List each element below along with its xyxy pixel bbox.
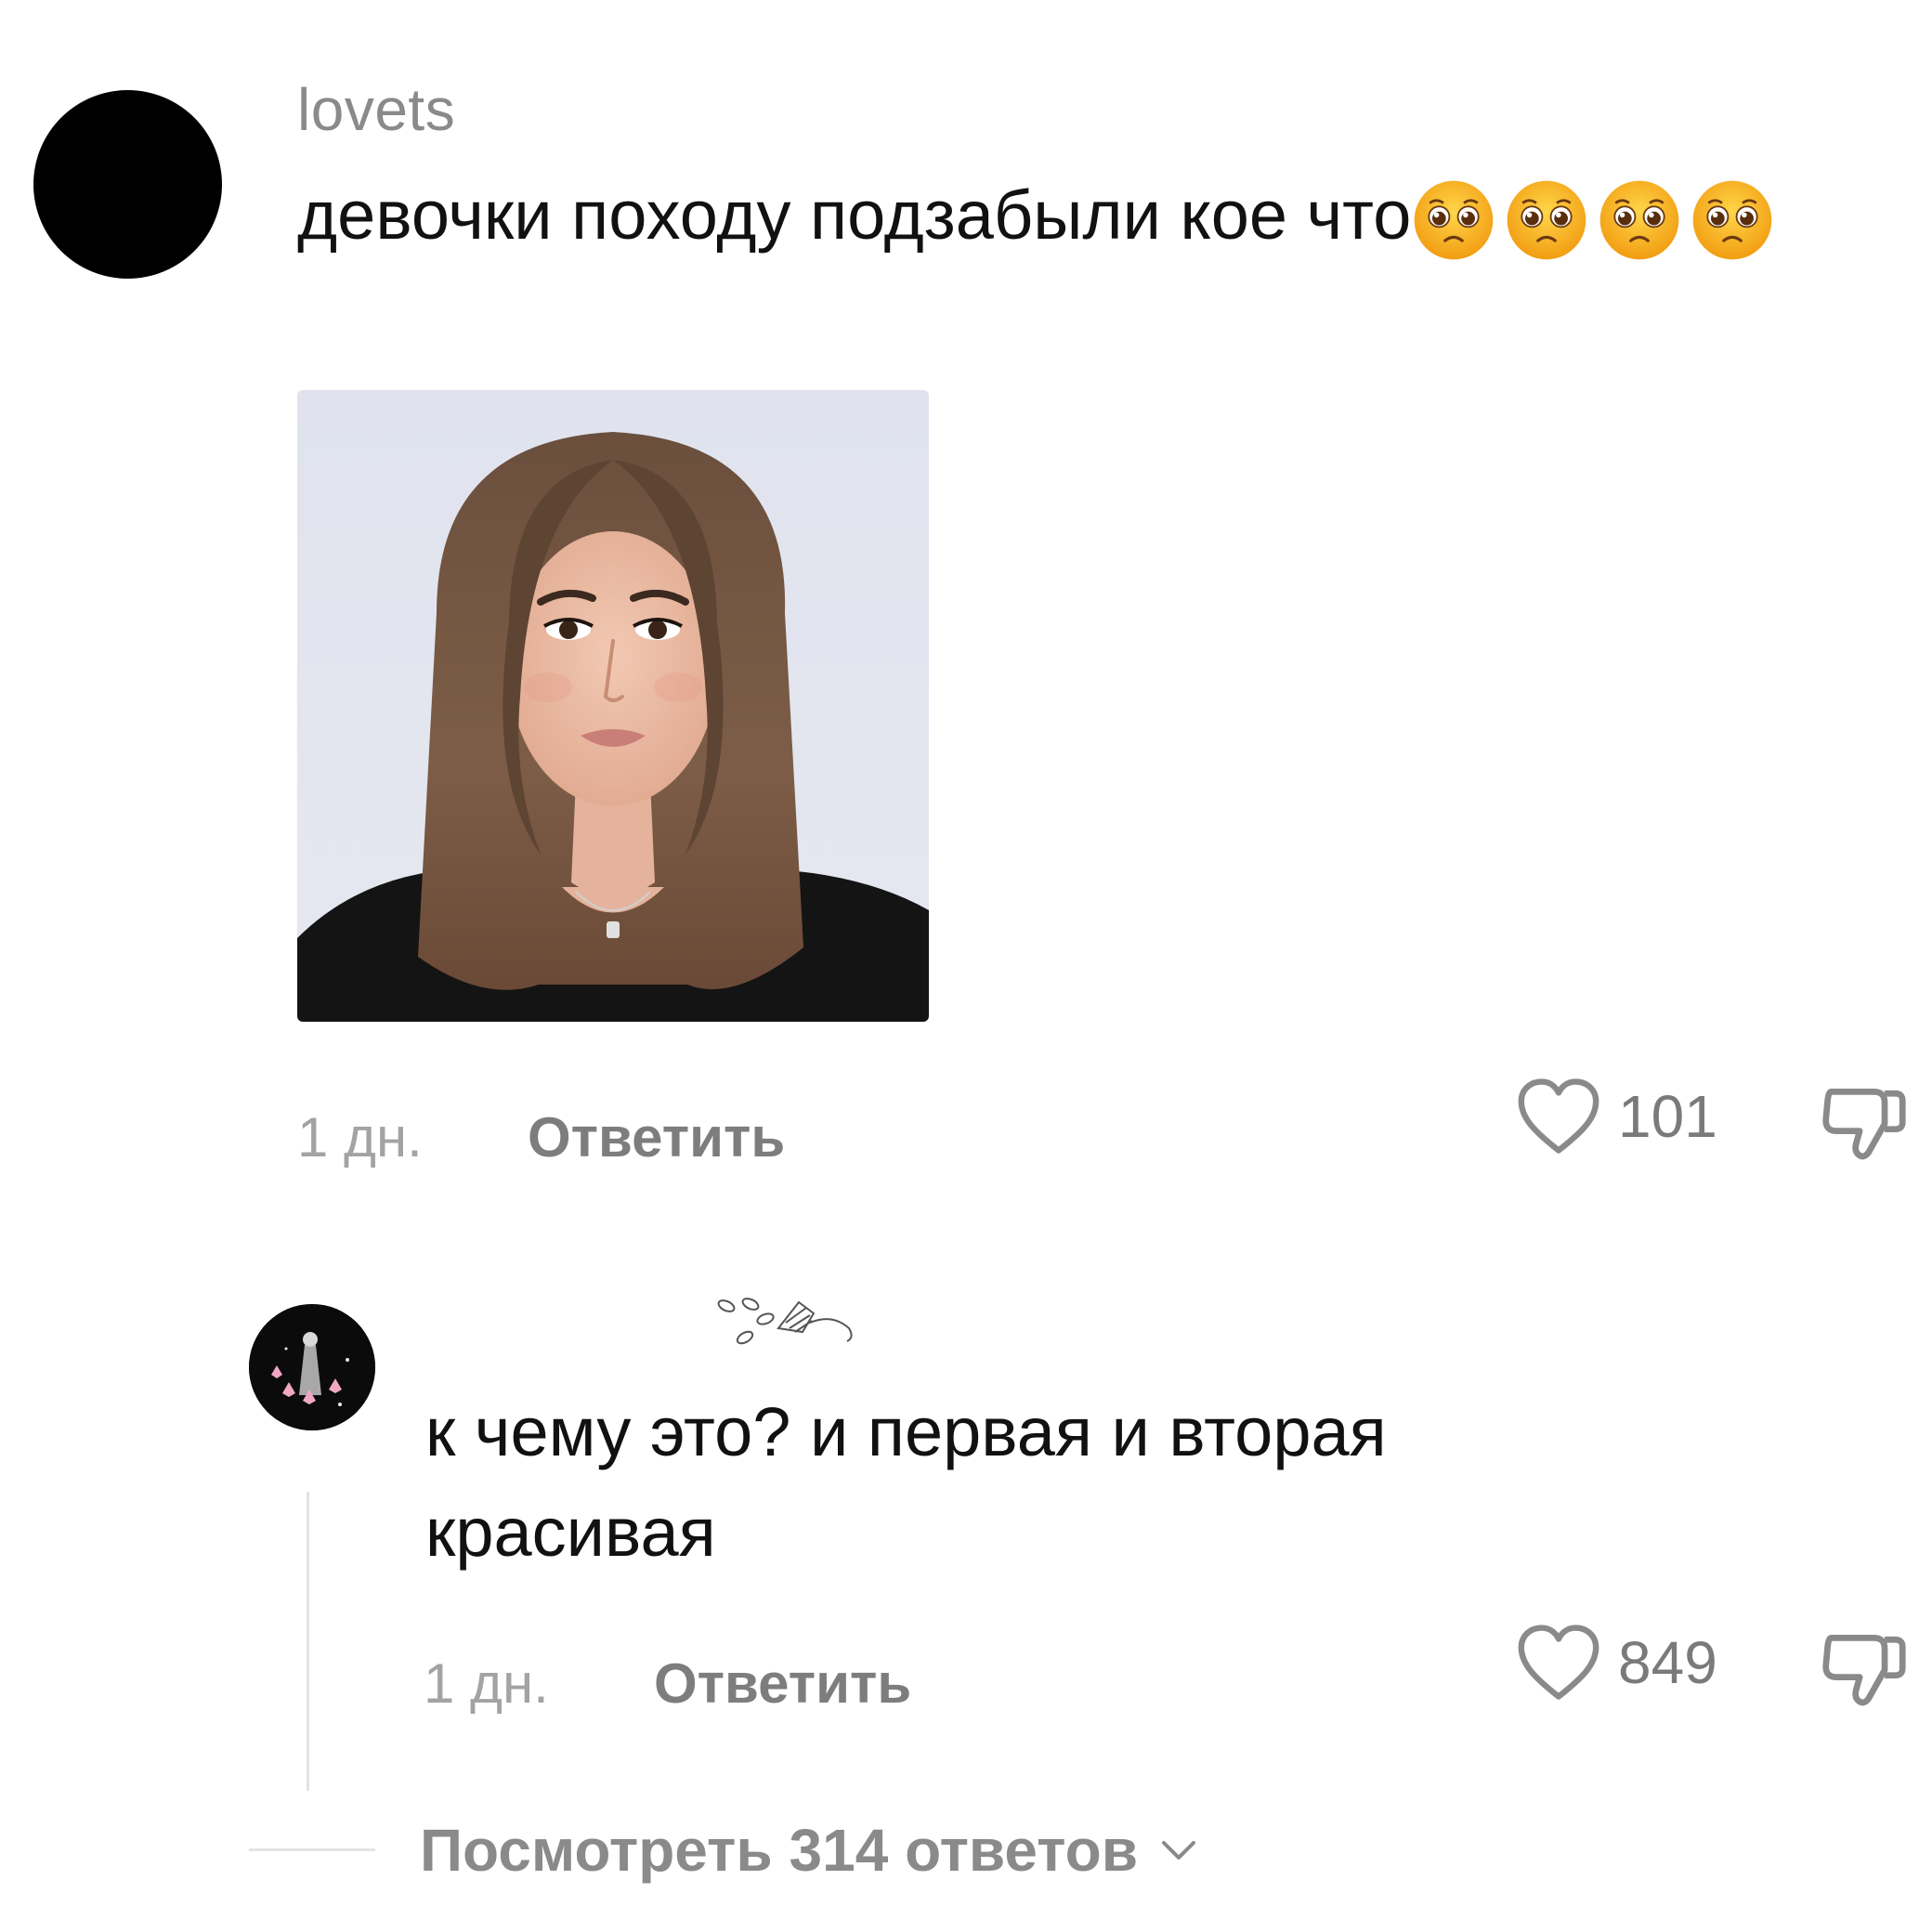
chevron-down-icon — [1158, 1830, 1199, 1871]
comment-photo[interactable] — [297, 390, 929, 1022]
comment-time: 1 дн. — [297, 1106, 423, 1168]
pleading-face-emoji — [1411, 177, 1496, 263]
like-button[interactable]: 101 — [1516, 1077, 1717, 1155]
heart-outline-icon — [1516, 1077, 1601, 1155]
reply-button[interactable]: Ответить — [528, 1105, 785, 1170]
reply-time: 1 дн. — [424, 1652, 549, 1715]
thumbs-down-outline-icon — [1819, 1077, 1908, 1167]
emoji-group — [1411, 177, 1775, 263]
dislike-button[interactable] — [1819, 1624, 1908, 1713]
like-count: 849 — [1618, 1629, 1717, 1696]
reply-button[interactable]: Ответить — [654, 1651, 911, 1717]
comment-text-body: девочки походу подзабыли кое что — [297, 176, 1412, 254]
view-replies-label: Посмотреть 314 ответов — [420, 1817, 1139, 1884]
thumbs-down-outline-icon — [1819, 1624, 1908, 1713]
pleading-face-emoji — [1597, 177, 1682, 263]
heart-outline-icon — [1516, 1624, 1601, 1702]
like-button[interactable]: 849 — [1516, 1624, 1717, 1702]
avatar[interactable] — [33, 90, 222, 279]
dislike-button[interactable] — [1819, 1077, 1908, 1167]
divider — [249, 1848, 375, 1851]
avatar[interactable] — [249, 1304, 375, 1430]
pleading-face-emoji — [1504, 177, 1589, 263]
pleading-face-emoji — [1690, 177, 1775, 263]
thread-line — [307, 1492, 309, 1791]
comment-username[interactable]: lovets — [297, 72, 455, 147]
comment-text: девочки походу подзабыли кое что — [297, 167, 1876, 264]
reply-text: к чему это? и первая и вторая красивая — [425, 1393, 1387, 1571]
like-count: 101 — [1618, 1083, 1717, 1150]
flower-doodle-icon — [713, 1291, 862, 1384]
view-replies-button[interactable]: Посмотреть 314 ответов — [420, 1816, 1199, 1885]
